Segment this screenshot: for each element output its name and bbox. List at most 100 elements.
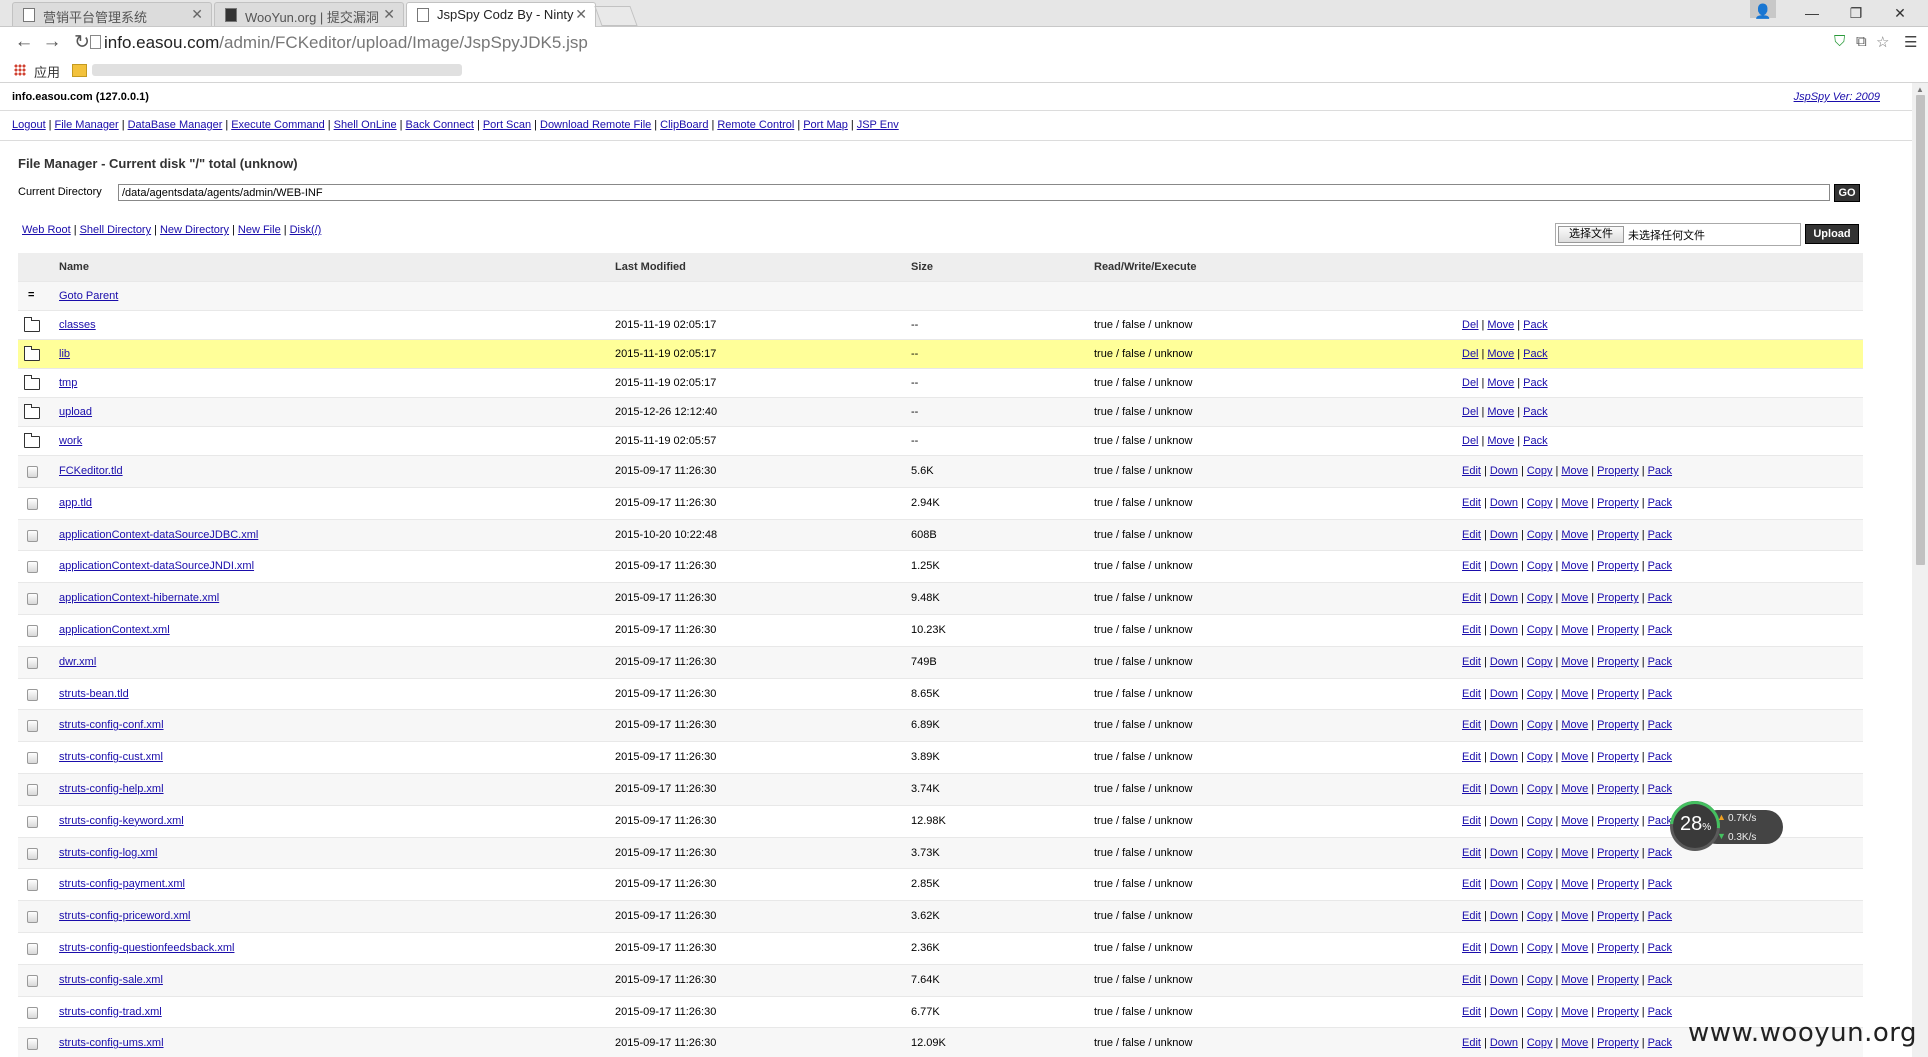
vertical-scrollbar[interactable]: ▲ — [1912, 83, 1928, 1057]
action-property-link[interactable]: Property — [1597, 1006, 1639, 1018]
apps-grid-icon[interactable] — [14, 64, 26, 76]
action-move-link[interactable]: Move — [1561, 815, 1588, 827]
upload-button[interactable]: Upload — [1805, 224, 1859, 244]
nav-link[interactable]: Logout — [12, 119, 46, 131]
apps-label[interactable]: 应用 — [34, 62, 60, 81]
scrollbar-thumb[interactable] — [1916, 95, 1925, 565]
nav-link[interactable]: Download Remote File — [540, 119, 651, 131]
action-property-link[interactable]: Property — [1597, 624, 1639, 636]
action-del-link[interactable]: Del — [1462, 377, 1479, 389]
nav-link[interactable]: Execute Command — [231, 119, 325, 131]
action-copy-link[interactable]: Copy — [1527, 815, 1553, 827]
action-edit-link[interactable]: Edit — [1462, 815, 1481, 827]
action-pack-link[interactable]: Pack — [1523, 319, 1547, 331]
action-property-link[interactable]: Property — [1597, 974, 1639, 986]
forward-arrow-icon[interactable]: → — [40, 31, 64, 53]
file-name-link[interactable]: struts-config-sale.xml — [59, 974, 163, 986]
action-edit-link[interactable]: Edit — [1462, 465, 1481, 477]
action-copy-link[interactable]: Copy — [1527, 592, 1553, 604]
action-pack-link[interactable]: Pack — [1523, 348, 1547, 360]
file-name-link[interactable]: struts-config-conf.xml — [59, 719, 164, 731]
action-down-link[interactable]: Down — [1490, 751, 1518, 763]
file-name-link[interactable]: applicationContext-dataSourceJDBC.xml — [59, 529, 258, 541]
file-name-link[interactable]: app.tld — [59, 497, 92, 509]
action-property-link[interactable]: Property — [1597, 719, 1639, 731]
action-pack-link[interactable]: Pack — [1648, 751, 1672, 763]
upload-file-chooser[interactable]: 选择文件 未选择任何文件 — [1555, 223, 1801, 246]
file-name-link[interactable]: applicationContext-dataSourceJNDI.xml — [59, 560, 254, 572]
action-move-link[interactable]: Move — [1561, 624, 1588, 636]
action-down-link[interactable]: Down — [1490, 910, 1518, 922]
action-property-link[interactable]: Property — [1597, 656, 1639, 668]
nav-link[interactable]: Port Map — [803, 119, 848, 131]
file-name-link[interactable]: struts-config-trad.xml — [59, 1006, 162, 1018]
window-close-icon[interactable]: ✕ — [1880, 2, 1920, 24]
file-name-link[interactable]: work — [59, 435, 82, 447]
browser-tab-active[interactable]: JspSpy Codz By - Ninty ✕ — [406, 2, 596, 27]
minimize-icon[interactable]: — — [1792, 2, 1832, 24]
action-copy-link[interactable]: Copy — [1527, 560, 1553, 572]
action-edit-link[interactable]: Edit — [1462, 847, 1481, 859]
action-pack-link[interactable]: Pack — [1523, 435, 1547, 447]
action-down-link[interactable]: Down — [1490, 497, 1518, 509]
action-copy-link[interactable]: Copy — [1527, 656, 1553, 668]
action-pack-link[interactable]: Pack — [1648, 847, 1672, 859]
file-name-link[interactable]: struts-config-help.xml — [59, 783, 164, 795]
file-name-link[interactable]: tmp — [59, 377, 77, 389]
action-pack-link[interactable]: Pack — [1523, 377, 1547, 389]
column-header-size[interactable]: Size — [911, 261, 933, 273]
action-move-link[interactable]: Move — [1561, 751, 1588, 763]
action-move-link[interactable]: Move — [1561, 974, 1588, 986]
action-property-link[interactable]: Property — [1597, 910, 1639, 922]
action-copy-link[interactable]: Copy — [1527, 974, 1553, 986]
action-move-link[interactable]: Move — [1487, 435, 1514, 447]
browser-tab-1[interactable]: 营销平台管理系统 ✕ — [12, 2, 212, 26]
action-property-link[interactable]: Property — [1597, 497, 1639, 509]
action-move-link[interactable]: Move — [1561, 942, 1588, 954]
file-name-link[interactable]: FCKeditor.tld — [59, 465, 123, 477]
action-pack-link[interactable]: Pack — [1648, 783, 1672, 795]
quick-link[interactable]: New File — [238, 224, 281, 236]
file-name-link[interactable]: struts-bean.tld — [59, 688, 129, 700]
action-copy-link[interactable]: Copy — [1527, 1037, 1553, 1049]
action-down-link[interactable]: Down — [1490, 815, 1518, 827]
action-down-link[interactable]: Down — [1490, 783, 1518, 795]
column-header-modified[interactable]: Last Modified — [615, 261, 686, 273]
file-name-link[interactable]: struts-config-log.xml — [59, 847, 157, 859]
quick-link[interactable]: Web Root — [22, 224, 71, 236]
action-move-link[interactable]: Move — [1487, 377, 1514, 389]
action-pack-link[interactable]: Pack — [1648, 688, 1672, 700]
action-copy-link[interactable]: Copy — [1527, 942, 1553, 954]
action-edit-link[interactable]: Edit — [1462, 592, 1481, 604]
action-down-link[interactable]: Down — [1490, 847, 1518, 859]
action-del-link[interactable]: Del — [1462, 348, 1479, 360]
action-del-link[interactable]: Del — [1462, 435, 1479, 447]
file-name-link[interactable]: struts-config-priceword.xml — [59, 910, 190, 922]
action-down-link[interactable]: Down — [1490, 592, 1518, 604]
action-copy-link[interactable]: Copy — [1527, 688, 1553, 700]
folder-icon[interactable] — [72, 64, 87, 77]
current-directory-input[interactable] — [118, 184, 1830, 201]
action-copy-link[interactable]: Copy — [1527, 465, 1553, 477]
action-pack-link[interactable]: Pack — [1523, 406, 1547, 418]
action-down-link[interactable]: Down — [1490, 719, 1518, 731]
action-edit-link[interactable]: Edit — [1462, 974, 1481, 986]
action-pack-link[interactable]: Pack — [1648, 815, 1672, 827]
file-name-link[interactable]: struts-config-cust.xml — [59, 751, 163, 763]
action-pack-link[interactable]: Pack — [1648, 592, 1672, 604]
action-copy-link[interactable]: Copy — [1527, 910, 1553, 922]
action-copy-link[interactable]: Copy — [1527, 783, 1553, 795]
scroll-up-arrow-icon[interactable]: ▲ — [1916, 85, 1924, 94]
action-move-link[interactable]: Move — [1561, 847, 1588, 859]
goto-parent-link[interactable]: Goto Parent — [59, 290, 118, 302]
action-edit-link[interactable]: Edit — [1462, 1037, 1481, 1049]
action-down-link[interactable]: Down — [1490, 878, 1518, 890]
action-down-link[interactable]: Down — [1490, 465, 1518, 477]
user-profile-icon[interactable]: 👤 — [1750, 0, 1776, 19]
file-name-link[interactable]: struts-config-payment.xml — [59, 878, 185, 890]
action-edit-link[interactable]: Edit — [1462, 529, 1481, 541]
version-link[interactable]: JspSpy Ver: 2009 — [1794, 91, 1880, 103]
action-edit-link[interactable]: Edit — [1462, 497, 1481, 509]
action-pack-link[interactable]: Pack — [1648, 910, 1672, 922]
action-move-link[interactable]: Move — [1561, 465, 1588, 477]
